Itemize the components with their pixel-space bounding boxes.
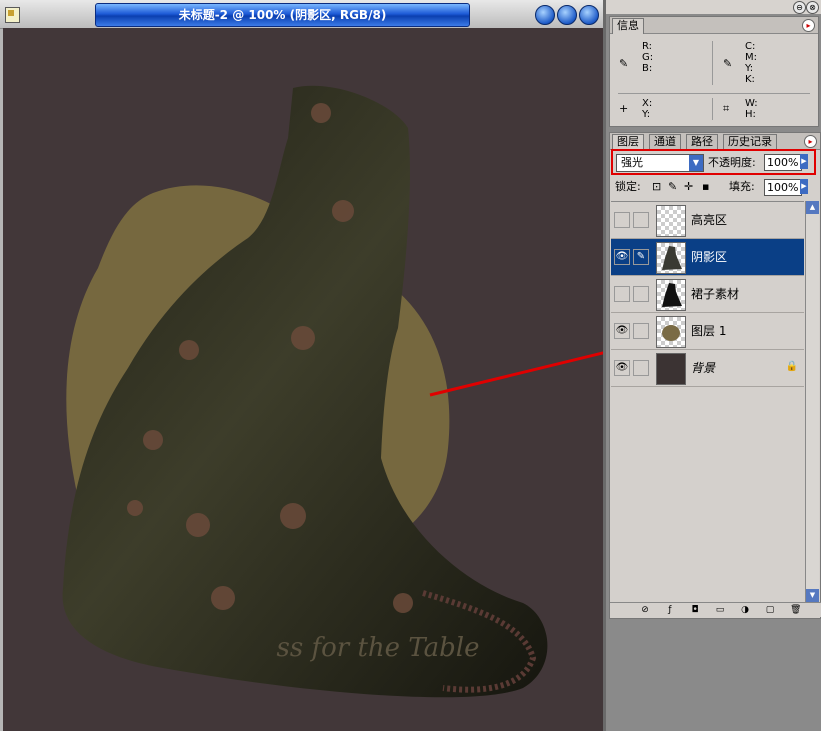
layer-row-shadow[interactable]: 👁 ✎ 阴影区 xyxy=(611,239,804,276)
new-set-icon[interactable]: ▭ xyxy=(715,605,725,615)
tab-channels[interactable]: 通道 xyxy=(649,134,681,149)
fill-input[interactable]: 100% xyxy=(764,179,802,196)
document-window: 未标题-2 @ 100% (阴影区, RGB/8) ss for the Tab… xyxy=(0,0,606,731)
layer-thumbnail xyxy=(656,279,686,311)
blob-thumb-icon xyxy=(662,325,680,341)
lock-icon: 🔒 xyxy=(785,361,798,372)
tab-history[interactable]: 历史记录 xyxy=(723,134,777,149)
layers-palette: 图层 通道 路径 历史记录 ▸ 强光 ▼ 不透明度: 100% ▶ 锁定: ⊡ … xyxy=(609,132,821,619)
eye-icon[interactable]: 👁 xyxy=(614,249,630,265)
document-icon xyxy=(5,7,20,23)
scroll-down-icon[interactable]: ▼ xyxy=(806,589,819,602)
wh-labels: W: H: xyxy=(745,98,758,120)
link-icon[interactable]: ⊘ xyxy=(640,605,650,615)
chevron-down-icon: ▼ xyxy=(689,155,703,171)
close-icon[interactable] xyxy=(579,5,599,25)
palette-dock: ⊖ ⊗ 信息 ▸ ✎ R: G: B: ✎ C: M: Y: K: + X: Y… xyxy=(606,0,821,731)
info-tabrow: 信息 ▸ xyxy=(610,17,818,34)
link-cell[interactable] xyxy=(633,323,649,339)
layer-name: 图层 1 xyxy=(691,324,727,338)
canvas-artwork: ss for the Table xyxy=(62,85,548,698)
new-layer-icon[interactable]: ▢ xyxy=(765,605,775,615)
canvas-text: ss for the Table xyxy=(277,633,480,663)
layer-row-background[interactable]: 👁 背景 🔒 xyxy=(611,350,804,387)
layers-bottom-bar: ⊘ ƒ ◘ ▭ ◑ ▢ 🗑 xyxy=(610,602,821,617)
lock-all-icon[interactable]: ▪ xyxy=(702,180,709,194)
document-title: 未标题-2 @ 100% (阴影区, RGB/8) xyxy=(95,3,470,27)
info-divider-h xyxy=(618,93,810,94)
layer-row-highlight[interactable]: 高亮区 xyxy=(611,202,804,239)
info-palette: 信息 ▸ ✎ R: G: B: ✎ C: M: Y: K: + X: Y: ⌗ … xyxy=(609,16,819,127)
fill-label: 填充: xyxy=(729,180,755,193)
layer-thumbnail xyxy=(656,353,686,385)
layer-thumbnail xyxy=(656,316,686,348)
tab-layers[interactable]: 图层 xyxy=(612,134,644,150)
selection-size-icon: ⌗ xyxy=(723,102,730,115)
lock-move-icon[interactable]: ✛ xyxy=(684,180,693,194)
visibility-toggle[interactable] xyxy=(614,286,630,302)
link-cell[interactable] xyxy=(633,360,649,376)
link-cell[interactable] xyxy=(633,286,649,302)
layer-thumbnail xyxy=(656,242,686,274)
xy-labels: X: Y: xyxy=(642,98,653,120)
lock-label: 锁定: xyxy=(615,180,641,193)
minimize-icon[interactable] xyxy=(535,5,555,25)
layer-name: 高亮区 xyxy=(691,213,728,227)
lock-transparent-icon[interactable]: ⊡ xyxy=(652,180,661,194)
eyedropper-cmyk-icon: ✎ xyxy=(723,57,733,70)
eye-icon[interactable]: 👁 xyxy=(614,323,630,339)
blend-mode-select[interactable]: 强光 ▼ xyxy=(616,154,704,172)
layers-scrollbar[interactable]: ▲ ▼ xyxy=(805,201,819,602)
rgb-labels: R: G: B: xyxy=(642,41,654,74)
layer-row-layer1[interactable]: 👁 图层 1 xyxy=(611,313,804,350)
layer-row-dress[interactable]: 裙子素材 xyxy=(611,276,804,313)
info-divider-2 xyxy=(712,98,713,120)
fill-arrow-icon[interactable]: ▶ xyxy=(800,179,808,194)
crosshair-icon: + xyxy=(619,102,629,115)
tab-paths[interactable]: 路径 xyxy=(686,134,718,149)
brush-icon[interactable]: ✎ xyxy=(633,249,649,265)
document-titlebar[interactable]: 未标题-2 @ 100% (阴影区, RGB/8) xyxy=(0,0,606,29)
collapse-icon[interactable]: ⊖ xyxy=(793,1,806,14)
layer-name: 裙子素材 xyxy=(691,287,740,301)
layer-name: 阴影区 xyxy=(691,250,728,264)
dress-shape xyxy=(62,85,548,698)
dock-top-bar: ⊖ ⊗ xyxy=(606,0,821,14)
eyedropper-icon: ✎ xyxy=(619,57,629,70)
layers-tabrow: 图层 通道 路径 历史记录 ▸ xyxy=(610,133,820,150)
cmyk-labels: C: M: Y: K: xyxy=(745,41,757,85)
tab-info[interactable]: 信息 xyxy=(612,18,644,34)
opacity-label: 不透明度: xyxy=(708,156,756,169)
adjustment-icon[interactable]: ◑ xyxy=(740,605,750,615)
layers-list: 高亮区 👁 ✎ 阴影区 裙子素材 👁 图层 1 👁 背景 🔒 xyxy=(611,201,804,603)
palette-menu-icon[interactable]: ▸ xyxy=(802,19,815,32)
mask-icon[interactable]: ◘ xyxy=(690,605,700,615)
visibility-toggle[interactable] xyxy=(614,212,630,228)
layer-name: 背景 xyxy=(691,361,716,375)
link-cell[interactable] xyxy=(633,212,649,228)
lock-paint-icon[interactable]: ✎ xyxy=(668,180,677,194)
opacity-arrow-icon[interactable]: ▶ xyxy=(800,154,808,169)
trash-icon[interactable]: 🗑 xyxy=(790,605,801,615)
close-panel-icon[interactable]: ⊗ xyxy=(806,1,819,14)
layer-thumbnail xyxy=(656,205,686,237)
scroll-up-icon[interactable]: ▲ xyxy=(806,201,819,214)
layers-menu-icon[interactable]: ▸ xyxy=(804,135,817,148)
dress-thumb-icon xyxy=(662,246,682,270)
dress-thumb-icon xyxy=(662,283,682,307)
opacity-input[interactable]: 100% xyxy=(764,154,802,171)
info-divider xyxy=(712,41,713,85)
layer-style-icon[interactable]: ƒ xyxy=(665,605,675,615)
eye-icon[interactable]: 👁 xyxy=(614,360,630,376)
image-canvas[interactable]: ss for the Table xyxy=(3,28,603,731)
maximize-icon[interactable] xyxy=(557,5,577,25)
